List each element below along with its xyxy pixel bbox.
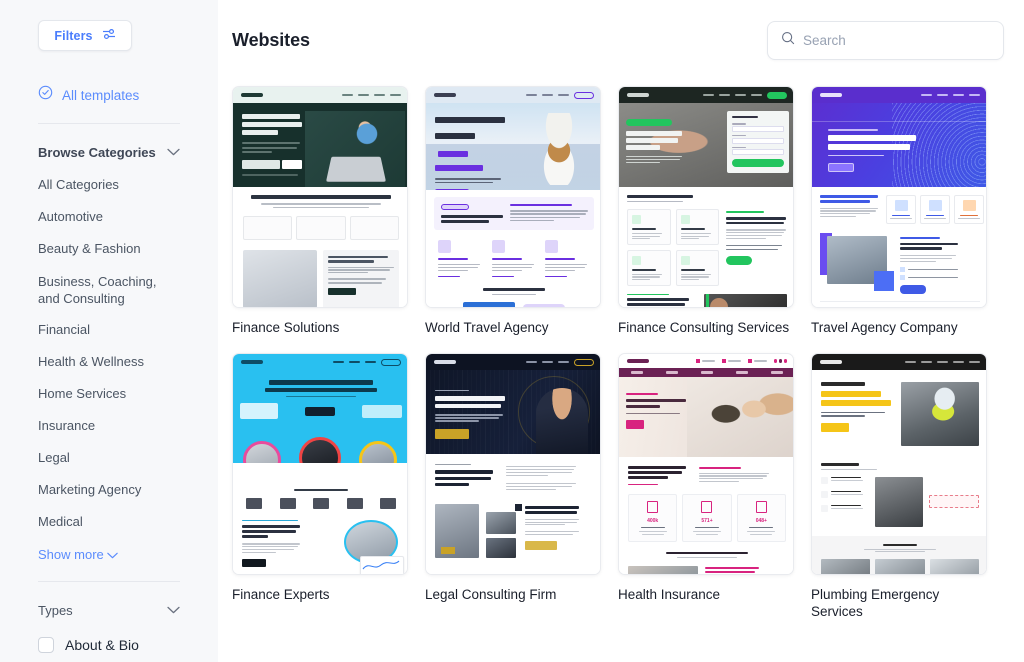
browse-categories-label: Browse Categories (38, 145, 156, 160)
sidebar: Filters All templates Browse C (0, 0, 218, 662)
types-label: Types (38, 603, 73, 618)
sidebar-item-all-categories[interactable]: All Categories (0, 177, 218, 193)
thumb-subnav (619, 368, 794, 377)
sidebar-item-business-coaching-consulting[interactable]: Business, Coaching, and Consulting (0, 273, 218, 307)
filters-button[interactable]: Filters (38, 20, 132, 51)
chevron-down-icon (167, 601, 180, 619)
category-list: All Categories Automotive Beauty & Fashi… (0, 177, 218, 530)
template-thumbnail-finance-solutions[interactable] (232, 86, 408, 308)
sidebar-divider-bottom (38, 581, 180, 582)
thumb-nav (812, 87, 987, 103)
all-templates-label: All templates (62, 88, 139, 103)
template-thumbnail-legal-consulting-firm[interactable] (425, 353, 601, 575)
template-thumbnail-world-travel-agency[interactable] (425, 86, 601, 308)
template-card-title: Legal Consulting Firm (425, 586, 601, 603)
sidebar-item-automotive[interactable]: Automotive (0, 209, 218, 225)
template-card[interactable]: Legal Consulting Firm (425, 353, 601, 620)
thumb-body (233, 187, 408, 308)
thumb-nav (426, 87, 601, 103)
template-card-title: World Travel Agency (425, 319, 601, 336)
sliders-icon (102, 27, 116, 45)
search-input[interactable] (803, 33, 990, 48)
chevron-down-icon (167, 143, 180, 161)
sidebar-item-home-services[interactable]: Home Services (0, 386, 218, 402)
template-thumbnail-finance-experts[interactable] (232, 353, 408, 575)
sidebar-item-medical[interactable]: Medical (0, 514, 218, 530)
search-icon (781, 31, 795, 50)
template-card[interactable]: Finance Experts (232, 353, 408, 620)
template-card-title: Travel Agency Company (811, 319, 987, 336)
template-card-title: Finance Experts (232, 586, 408, 603)
chevron-down-icon (107, 547, 118, 562)
topbar: Websites (232, 18, 1004, 62)
thumb-hero (619, 377, 794, 457)
stat-value: 048+ (742, 518, 781, 524)
template-card[interactable]: World Travel Agency (425, 86, 601, 336)
type-option-label: About & Bio (65, 637, 139, 653)
show-more-label: Show more (38, 547, 104, 562)
template-thumbnail-travel-agency-company[interactable]: 100% 200k 70+ 977k (811, 86, 987, 308)
thumb-hero (233, 103, 408, 187)
sidebar-item-beauty-fashion[interactable]: Beauty & Fashion (0, 241, 218, 257)
thumb-hero (426, 103, 601, 190)
thumb-hero (426, 370, 601, 454)
thumb-body (233, 463, 408, 575)
template-card[interactable]: 100% 200k 70+ 977k Travel Agency Company (811, 86, 987, 336)
thumb-nav (233, 87, 408, 103)
thumb-hero (812, 103, 987, 187)
sidebar-item-all-templates[interactable]: All templates (38, 85, 218, 105)
template-card-title: Health Insurance (618, 586, 794, 603)
template-grid: Finance Solutions (232, 86, 1004, 620)
thumb-hero (233, 370, 408, 463)
template-card[interactable]: 400k 571+ (618, 353, 794, 620)
browse-categories-header[interactable]: Browse Categories (38, 143, 180, 161)
types-header[interactable]: Types (38, 601, 180, 619)
sidebar-item-legal[interactable]: Legal (0, 450, 218, 466)
sidebar-item-health-wellness[interactable]: Health & Wellness (0, 354, 218, 370)
sidebar-divider-top (38, 123, 180, 124)
sidebar-item-financial[interactable]: Financial (0, 322, 218, 338)
template-thumbnail-finance-consulting-services[interactable] (618, 86, 794, 308)
type-option-about-bio[interactable]: About & Bio (38, 637, 218, 653)
template-card[interactable]: Finance Consulting Services (618, 86, 794, 336)
checkbox-about-bio[interactable] (38, 637, 54, 653)
filters-button-label: Filters (54, 29, 92, 43)
thumb-body (619, 187, 794, 308)
template-card-title: Plumbing Emergency Services (811, 586, 987, 620)
template-thumbnail-plumbing-emergency-services[interactable] (811, 353, 987, 575)
search-box[interactable] (767, 21, 1004, 60)
thumb-nav (619, 354, 794, 368)
check-circle-icon (38, 85, 53, 105)
sidebar-item-marketing-agency[interactable]: Marketing Agency (0, 482, 218, 498)
template-card-title: Finance Consulting Services (618, 319, 794, 336)
thumb-nav (426, 354, 601, 370)
main-content: Websites (218, 0, 1024, 662)
thumb-body (812, 454, 987, 575)
sidebar-item-insurance[interactable]: Insurance (0, 418, 218, 434)
thumb-nav (812, 354, 987, 370)
thumb-hero (812, 370, 987, 454)
template-gallery-page: Filters All templates Browse C (0, 0, 1024, 662)
page-title: Websites (232, 30, 310, 51)
thumb-body: 100% 200k 70+ 977k (812, 187, 987, 308)
thumb-body (426, 454, 601, 575)
thumb-nav (619, 87, 794, 103)
template-card[interactable]: Plumbing Emergency Services (811, 353, 987, 620)
template-card-title: Finance Solutions (232, 319, 408, 336)
show-more-button[interactable]: Show more (38, 547, 118, 562)
stat-value: 400k (633, 518, 672, 524)
stat-value: 571+ (687, 518, 726, 524)
template-thumbnail-health-insurance[interactable]: 400k 571+ (618, 353, 794, 575)
thumb-body: 400k 571+ (619, 457, 794, 575)
template-card[interactable]: Finance Solutions (232, 86, 408, 336)
thumb-nav (233, 354, 408, 370)
thumb-body (426, 190, 601, 308)
thumb-hero (619, 103, 794, 187)
